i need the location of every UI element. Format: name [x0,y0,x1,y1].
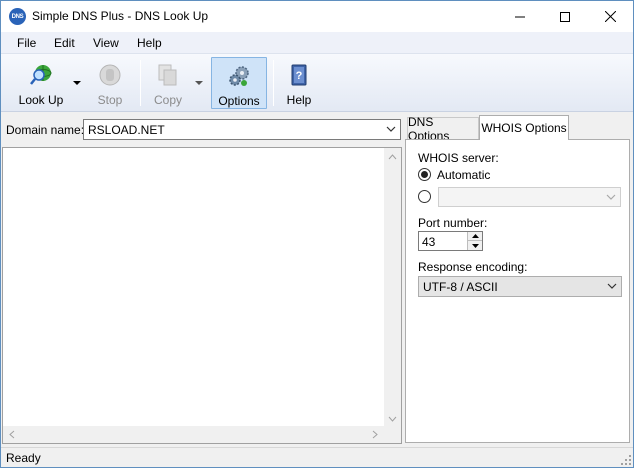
toolbar-separator [140,60,141,106]
domain-name-value[interactable]: RSLOAD.NET [88,123,165,137]
globe-search-icon [30,65,52,85]
lookup-button[interactable]: Look Up [13,57,69,109]
port-spinner [467,232,482,250]
help-button[interactable]: ? Help [279,57,319,109]
domain-name-combobox[interactable]: RSLOAD.NET [83,119,401,140]
help-label: Help [286,93,312,107]
gears-icon [229,66,249,86]
lookup-label: Look Up [18,93,64,107]
scroll-down-icon[interactable] [388,416,397,422]
maximize-button[interactable] [542,1,588,32]
scroll-left-icon[interactable] [9,430,15,439]
menu-bar: File Edit View Help [1,32,633,54]
spin-down-icon [471,243,479,248]
spin-down-button[interactable] [468,241,482,250]
options-label: Options [218,94,260,108]
menu-file[interactable]: File [17,36,36,50]
menu-edit[interactable]: Edit [54,36,75,50]
options-button[interactable]: Options [211,57,267,109]
stop-hand-icon [99,64,121,86]
results-pane[interactable] [2,147,402,444]
port-number-label: Port number: [418,216,488,230]
tab-dns-options[interactable]: DNS Options [407,115,479,143]
minimize-icon [515,16,525,17]
menu-view[interactable]: View [93,36,119,50]
copy-icon [158,64,177,86]
automatic-radio[interactable] [418,168,431,181]
whois-options-panel: WHOIS server: Automatic Port number: 43 … [405,139,630,443]
scroll-up-icon[interactable] [388,154,397,160]
copy-label: Copy [153,93,182,107]
spin-up-icon [471,234,479,238]
minimize-button[interactable] [497,1,543,32]
copy-button[interactable]: Copy [147,57,189,109]
help-book-icon: ? [291,64,307,86]
resize-grip-icon[interactable] [621,455,631,465]
scrollbar-corner [384,426,401,443]
close-button[interactable] [587,1,633,32]
automatic-label[interactable]: Automatic [437,168,490,182]
port-number-value[interactable]: 43 [422,235,435,249]
close-icon [604,11,616,22]
stop-label: Stop [97,93,123,107]
window-title: Simple DNS Plus - DNS Look Up [32,9,209,23]
scroll-right-icon[interactable] [372,430,378,439]
toolbar-separator [273,60,274,106]
svg-text:?: ? [296,70,303,82]
toolbar: Look Up Stop Copy Options ? Help [1,54,633,112]
title-bar[interactable]: DNS Simple DNS Plus - DNS Look Up [1,1,633,32]
domain-name-label: Domain name: [6,123,85,137]
whois-server-label: WHOIS server: [418,151,499,165]
status-text: Ready [6,451,41,465]
custom-server-radio[interactable] [418,190,431,203]
menu-help[interactable]: Help [137,36,162,50]
chevron-down-icon[interactable] [606,194,616,201]
maximize-icon [560,11,570,22]
tab-whois-options-label: WHOIS Options [481,121,567,135]
chevron-down-icon[interactable] [386,126,396,133]
whois-server-combobox[interactable] [438,187,621,207]
copy-dropdown-icon[interactable] [195,80,203,86]
tab-whois-options[interactable]: WHOIS Options [479,115,569,140]
vertical-scrollbar[interactable] [384,148,401,428]
dns-app-icon: DNS [9,8,26,25]
response-encoding-select[interactable]: UTF-8 / ASCII [418,276,622,297]
response-encoding-value: UTF-8 / ASCII [423,280,498,294]
app-window: DNS Simple DNS Plus - DNS Look Up File E… [0,0,634,468]
response-encoding-label: Response encoding: [418,260,528,274]
chevron-down-icon[interactable] [607,283,617,290]
stop-button[interactable]: Stop [89,57,131,109]
horizontal-scrollbar[interactable] [3,426,384,443]
port-number-stepper[interactable]: 43 [418,231,483,251]
lookup-dropdown-icon[interactable] [73,80,81,86]
status-bar: Ready [1,447,633,467]
spin-up-button[interactable] [468,232,482,241]
